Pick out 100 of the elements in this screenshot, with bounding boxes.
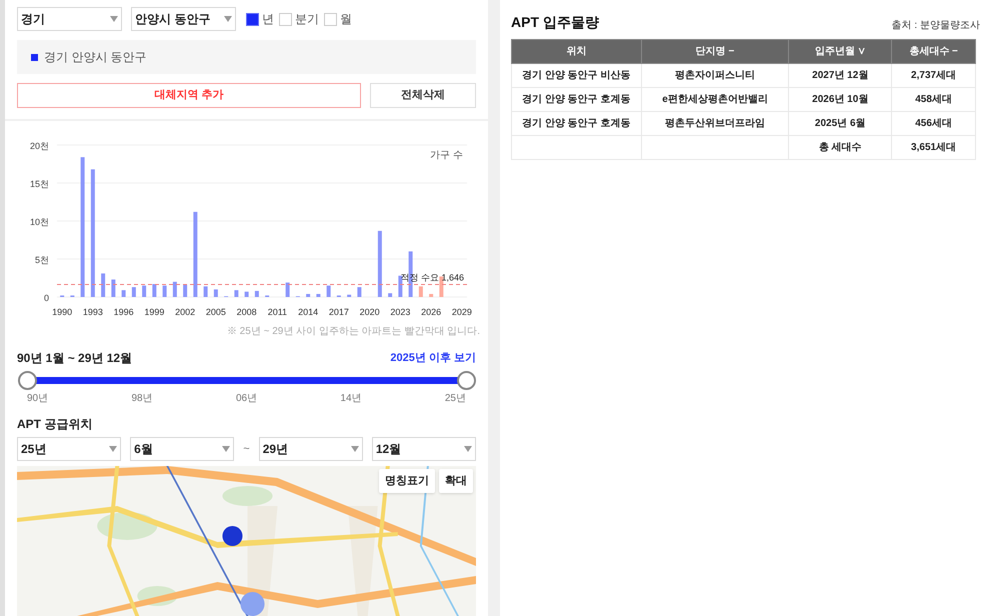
- table-cell: 평촌두산위브더프라임: [665, 118, 765, 129]
- slider-tick-label: 98년: [131, 392, 153, 406]
- axis-label: 2008: [236, 307, 257, 317]
- bar: [214, 289, 218, 297]
- bar: [152, 284, 156, 297]
- bar: [398, 276, 402, 297]
- dropdown[interactable]: 6월: [130, 437, 234, 461]
- axis-label: 2017: [328, 307, 349, 317]
- table-cell: 경기 안양 동안구 호계동: [522, 118, 631, 129]
- bar: [172, 282, 177, 297]
- axis-label: 1990: [52, 307, 72, 317]
- table-cell: 456세대: [915, 118, 952, 129]
- bar: [183, 284, 188, 297]
- slider-tick-label: 25년: [444, 392, 466, 406]
- table-cell: 2027년 12월: [812, 70, 868, 81]
- dropdown[interactable]: 25년: [17, 437, 122, 461]
- range-separator: ~: [243, 442, 250, 457]
- column-header[interactable]: 단지명 −: [641, 40, 789, 64]
- table-cell: 경기 안양 동안구 비산동: [522, 70, 631, 81]
- checkbox[interactable]: [246, 12, 259, 26]
- map-button[interactable]: 확대: [439, 469, 473, 493]
- add-region-button[interactable]: 대체지역 추가: [17, 83, 361, 108]
- caret-icon: [222, 446, 230, 452]
- checkbox[interactable]: [279, 12, 292, 26]
- axis-label: 1996: [114, 307, 134, 317]
- axis-title: 가구 수: [430, 150, 463, 161]
- axis-label: 1999: [144, 307, 164, 317]
- bar: [286, 282, 290, 297]
- bar: [316, 294, 320, 297]
- map-button[interactable]: 명칭표기: [379, 469, 435, 493]
- source-text: 출처 : 분양물량조사: [892, 19, 980, 33]
- slider-handle[interactable]: [18, 371, 37, 390]
- axis-label: 5천: [34, 255, 49, 265]
- bar: [244, 292, 249, 297]
- table-cell: e편한세상평촌어반밸리: [662, 94, 768, 105]
- bar: [204, 286, 208, 297]
- axis-label: 2002: [175, 307, 196, 317]
- bar: [122, 290, 126, 297]
- caret-icon: [110, 16, 118, 22]
- bar: [357, 287, 362, 297]
- table-cell: 458세대: [915, 94, 952, 105]
- axis-label: 2014: [298, 307, 318, 317]
- axis-label: 1993: [82, 307, 103, 317]
- checkbox-label: 년: [262, 11, 274, 28]
- column-header[interactable]: 입주년월 ∨: [788, 40, 892, 64]
- slider-handle[interactable]: [457, 371, 476, 390]
- bar: [439, 276, 444, 297]
- checkbox[interactable]: [324, 12, 337, 26]
- dropdown[interactable]: 안양시 동안구: [131, 7, 236, 31]
- legend-label: 경기 안양시 동안구: [44, 49, 147, 66]
- bar: [326, 286, 331, 297]
- table-cell: 2026년 10월: [812, 94, 868, 105]
- axis-label: 20천: [30, 141, 49, 151]
- chart-note: ※ 25년 ~ 29년 사이 입주하는 아파트는 빨간막대 입니다.: [226, 325, 481, 339]
- table-cell: 경기 안양 동안구 호계동: [522, 94, 631, 105]
- table-cell: 2025년 6월: [814, 118, 866, 129]
- table-cell: 2,737세대: [911, 70, 956, 81]
- bar: [162, 286, 167, 297]
- axis-label: 2005: [206, 307, 226, 317]
- bar: [378, 230, 382, 297]
- bar: [306, 294, 310, 297]
- axis-label: 15천: [30, 179, 49, 189]
- bar: [142, 286, 146, 297]
- axis-label: 10천: [30, 217, 49, 227]
- caret-icon: [109, 446, 118, 452]
- after-2025-link[interactable]: 2025년 이후 보기: [390, 350, 476, 366]
- bar: [418, 286, 423, 297]
- slider-tick-label: 14년: [340, 392, 362, 406]
- checkbox-label: 분기: [295, 11, 319, 28]
- axis-label: 2020: [360, 307, 380, 317]
- slider-tick-label: 90년: [27, 392, 48, 406]
- dropdown[interactable]: 12월: [372, 437, 476, 461]
- bar: [101, 273, 106, 297]
- slider-tick-label: 06년: [236, 392, 258, 406]
- bar: [347, 294, 352, 297]
- table-title: APT 입주물량: [511, 13, 599, 32]
- axis-label: 2029: [452, 307, 472, 317]
- bar: [388, 293, 392, 297]
- table-cell: 총 세대수: [818, 142, 862, 153]
- axis-label: 2023: [390, 307, 410, 317]
- range-title: 90년 1월 ~ 29년 12월: [17, 350, 132, 367]
- bar: [254, 290, 259, 297]
- table-cell: 3,651세대: [911, 142, 956, 153]
- demand-label: 적정 수요 1,646: [400, 272, 464, 282]
- column-header[interactable]: 총세대수 −: [892, 40, 976, 64]
- axis-label: 0: [44, 293, 49, 303]
- dropdown[interactable]: 29년: [258, 437, 363, 461]
- checkbox-label: 월: [340, 11, 352, 28]
- clear-all-button[interactable]: 전체삭제: [370, 83, 476, 108]
- supply-title: APT 공급위치: [17, 416, 94, 433]
- bar: [429, 294, 434, 297]
- range-slider[interactable]: [17, 371, 476, 391]
- bar: [132, 287, 136, 297]
- column-header[interactable]: 위치: [512, 40, 642, 64]
- bar: [234, 290, 238, 297]
- caret-icon: [224, 16, 232, 22]
- caret-icon: [350, 446, 359, 452]
- axis-label: 2026: [421, 307, 442, 317]
- bar: [111, 280, 116, 297]
- dropdown[interactable]: 경기: [17, 7, 122, 31]
